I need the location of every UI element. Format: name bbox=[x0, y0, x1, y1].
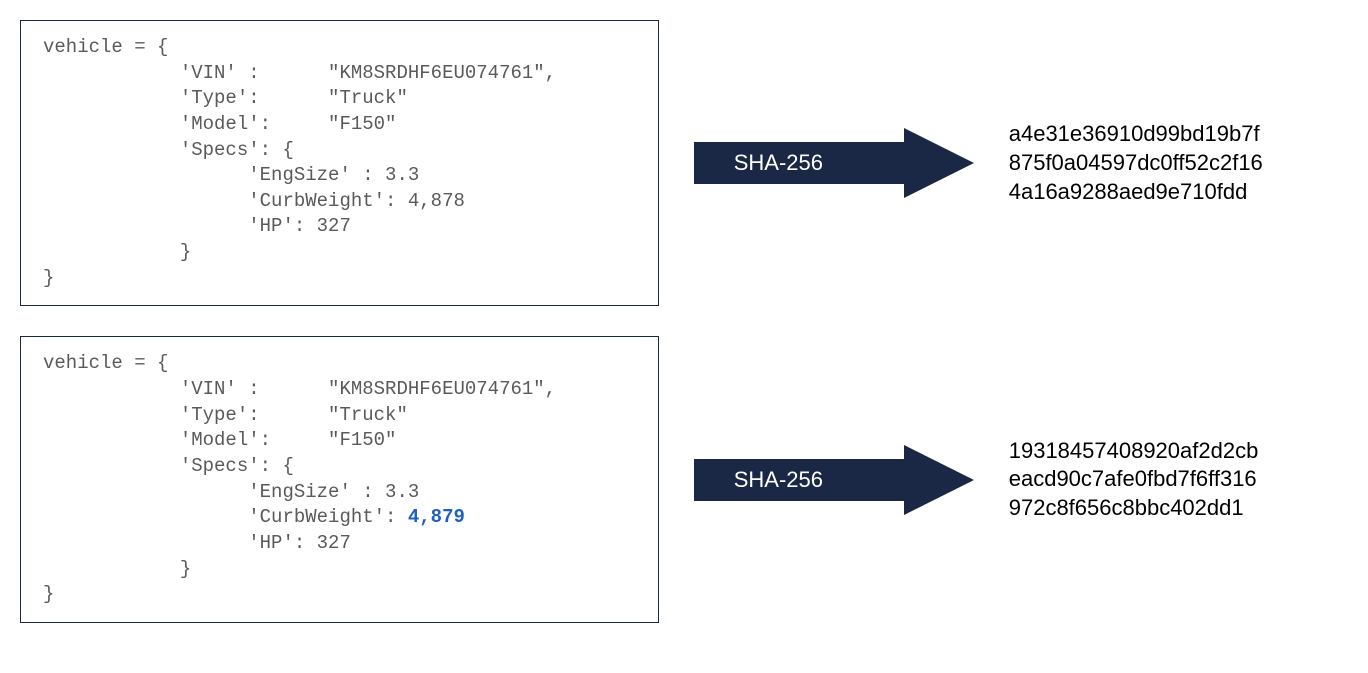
hash-line: 875f0a04597dc0ff52c2f16 bbox=[1009, 149, 1348, 178]
code-line: 'Type': "Truck" bbox=[43, 404, 408, 426]
code-block-1: vehicle = { 'VIN' : "KM8SRDHF6EU074761",… bbox=[20, 20, 659, 306]
code-block-2: vehicle = { 'VIN' : "KM8SRDHF6EU074761",… bbox=[20, 336, 659, 622]
hash-line: eacd90c7afe0fbd7f6ff316 bbox=[1009, 465, 1348, 494]
hash-output-2: 19318457408920af2d2cb eacd90c7afe0fbd7f6… bbox=[1009, 437, 1348, 523]
hash-line: 4a16a9288aed9e710fdd bbox=[1009, 178, 1348, 207]
code-line: 'Model': "F150" bbox=[43, 113, 396, 135]
hash-line: 972c8f656c8bbc402dd1 bbox=[1009, 494, 1348, 523]
code-line: } bbox=[43, 241, 191, 263]
highlighted-value: 4,879 bbox=[408, 506, 465, 528]
code-line: 'Specs': { bbox=[43, 455, 294, 477]
arrow-label: SHA-256 bbox=[734, 150, 823, 176]
code-line: 'EngSize' : 3.3 bbox=[43, 164, 419, 186]
hash-output-1: a4e31e36910d99bd19b7f 875f0a04597dc0ff52… bbox=[1009, 120, 1348, 206]
code-line: } bbox=[43, 583, 54, 605]
hash-example-row-1: vehicle = { 'VIN' : "KM8SRDHF6EU074761",… bbox=[20, 20, 1348, 306]
code-line: } bbox=[43, 558, 191, 580]
code-line: 'CurbWeight': bbox=[43, 506, 408, 528]
hash-line: a4e31e36910d99bd19b7f bbox=[1009, 120, 1348, 149]
arrow-label: SHA-256 bbox=[734, 467, 823, 493]
code-line: 'VIN' : "KM8SRDHF6EU074761", bbox=[43, 378, 556, 400]
arrow-1: SHA-256 bbox=[694, 128, 974, 198]
code-line: vehicle = { bbox=[43, 36, 168, 58]
code-line: 'HP': 327 bbox=[43, 532, 351, 554]
code-line: 'HP': 327 bbox=[43, 215, 351, 237]
code-line: 'EngSize' : 3.3 bbox=[43, 481, 419, 503]
code-line: 'Specs': { bbox=[43, 139, 294, 161]
code-line: vehicle = { bbox=[43, 352, 168, 374]
code-line: } bbox=[43, 267, 54, 289]
code-line: 'CurbWeight': 4,878 bbox=[43, 190, 465, 212]
hash-line: 19318457408920af2d2cb bbox=[1009, 437, 1348, 466]
code-line: 'Type': "Truck" bbox=[43, 87, 408, 109]
arrow-2: SHA-256 bbox=[694, 445, 974, 515]
code-line: 'VIN' : "KM8SRDHF6EU074761", bbox=[43, 62, 556, 84]
hash-example-row-2: vehicle = { 'VIN' : "KM8SRDHF6EU074761",… bbox=[20, 336, 1348, 622]
code-line: 'Model': "F150" bbox=[43, 429, 396, 451]
